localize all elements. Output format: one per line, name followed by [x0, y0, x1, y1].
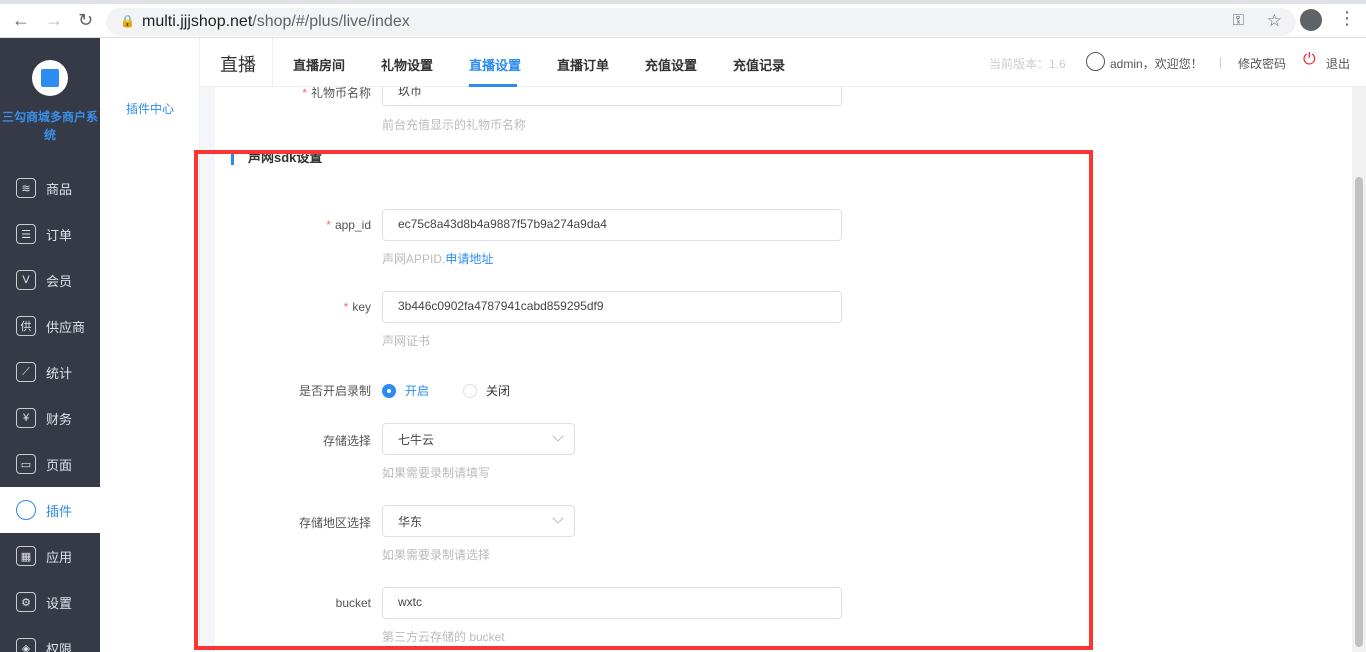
apps-icon: ▦ [16, 546, 36, 566]
logout-link[interactable]: 退出 [1326, 55, 1350, 72]
back-icon[interactable]: ← [12, 10, 30, 31]
sidebar-item[interactable]: ☰ 订单 [0, 211, 100, 257]
tab-live-room[interactable]: 直播房间 [293, 55, 345, 74]
chart-icon: ⟋ [16, 362, 36, 382]
divider: | [1219, 55, 1223, 69]
tab-live-settings[interactable]: 直播设置 [469, 55, 521, 74]
gear-icon: ⚙ [16, 592, 36, 612]
sidebar-item[interactable]: ▭ 页面 [0, 441, 100, 487]
sidebar-item[interactable]: ⚙ 设置 [0, 579, 100, 625]
reload-icon[interactable]: ↻ [78, 10, 93, 31]
tab-recharge-settings[interactable]: 充值设置 [645, 55, 697, 74]
tab-recharge-records[interactable]: 充值记录 [733, 55, 785, 74]
key-icon[interactable]: ⚿ [1233, 12, 1244, 29]
sidebar-item-label: 插件 [46, 503, 73, 519]
power-icon[interactable]: ⏻ [1303, 51, 1316, 69]
subnav-plugin-center[interactable]: 插件中心 [100, 100, 200, 117]
tab-gift-settings[interactable]: 礼物设置 [381, 55, 433, 74]
sidebar-item-label: 统计 [46, 365, 73, 381]
user-greeting: admin，欢迎您！ [1110, 57, 1203, 71]
brand-name: 三勾商城多商户系统 [1, 110, 98, 142]
version-text: 当前版本：1.6 [989, 57, 1066, 71]
shield-icon: ◈ [16, 638, 36, 652]
forward-icon[interactable]: → [45, 10, 63, 31]
sidebar-item[interactable]: ¥ 财务 [0, 395, 100, 441]
page-icon: ▭ [16, 454, 36, 474]
profile-icon[interactable] [1300, 9, 1322, 31]
change-password-link[interactable]: 修改密码 [1238, 55, 1286, 72]
sidebar-item-label: 财务 [46, 411, 73, 427]
sidebar-item-label: 供应商 [46, 319, 86, 335]
lock-icon: 🔒 [120, 14, 135, 28]
gift-name-hint: 前台充值显示的礼物币名称 [382, 118, 527, 132]
user-icon [1086, 52, 1105, 71]
star-icon[interactable]: ☆ [1267, 11, 1282, 31]
tab-live-orders[interactable]: 直播订单 [557, 55, 609, 74]
sidebar-item[interactable]: ◈ 权限 [0, 625, 100, 652]
clipboard-icon: ☰ [16, 224, 36, 244]
plugin-icon [16, 500, 36, 520]
sub-sidebar: 插件中心 [100, 38, 200, 652]
sidebar-item[interactable]: ≋ 商品 [0, 165, 100, 211]
top-header: 直播 直播房间 礼物设置 直播设置 直播订单 充值设置 充值记录 当前版本：1.… [200, 38, 1366, 87]
gift-name-label: * 礼物币名称 [302, 87, 371, 100]
sidebar-item-label: 会员 [46, 273, 73, 289]
sidebar-item-label: 订单 [46, 227, 73, 243]
sidebar-item[interactable]: 供供应商 [0, 303, 100, 349]
sidebar: 三勾商城多商户系统 ≋ 商品 ☰ 订单 V 会员供供应商 ⟋ 统计 ¥ 财务 ▭ 页面插件 ▦ 应用 ⚙ 设置… [0, 38, 100, 652]
layers-icon: ≋ [16, 178, 36, 198]
sidebar-item-label: 商品 [46, 181, 73, 197]
scrollbar[interactable] [1352, 87, 1366, 652]
supplier-icon: 供 [16, 316, 36, 336]
highlight-box [194, 150, 1093, 650]
sidebar-item-label: 应用 [46, 549, 73, 565]
sidebar-item[interactable]: ⟋ 统计 [0, 349, 100, 395]
sidebar-item-label: 设置 [46, 595, 73, 611]
browser-toolbar: ← → ↻ 🔒 multi.jjjshop.net/shop/#/plus/li… [0, 0, 1366, 38]
gift-name-input[interactable]: 玖币 [382, 87, 842, 106]
address-bar[interactable]: 🔒 multi.jjjshop.net/shop/#/plus/live/ind… [106, 8, 1296, 36]
url-path: /shop/#/plus/live/index [252, 13, 410, 30]
finance-icon: ¥ [16, 408, 36, 428]
sidebar-item[interactable]: V 会员 [0, 257, 100, 303]
sidebar-item[interactable]: 插件 [0, 487, 100, 533]
sidebar-item-label: 页面 [46, 457, 73, 473]
vip-icon: V [16, 270, 36, 290]
url-host: multi.jjjshop.net [142, 13, 253, 30]
sidebar-item-label: 权限 [46, 641, 73, 652]
sidebar-item[interactable]: ▦ 应用 [0, 533, 100, 579]
logo-icon [32, 60, 68, 96]
menu-icon[interactable]: ⋮ [1338, 8, 1356, 29]
page-title: 直播 [220, 55, 256, 75]
